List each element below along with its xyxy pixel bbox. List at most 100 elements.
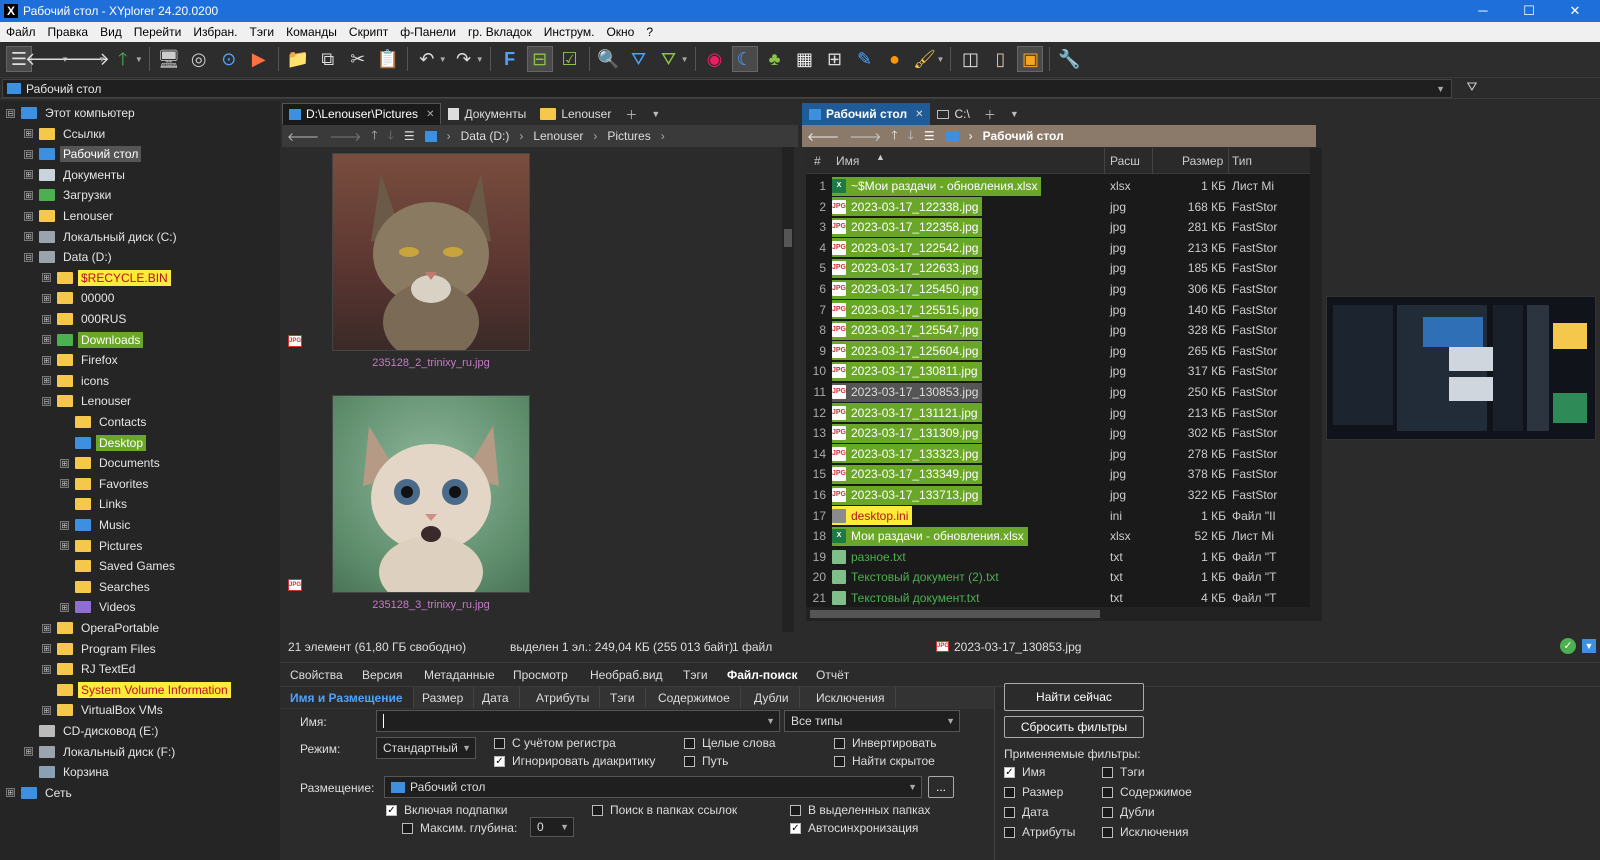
subtab-duplicates[interactable]: Дубли xyxy=(744,687,800,708)
new-tab-icon[interactable]: ＋ xyxy=(977,103,1003,125)
find-now-button[interactable]: Найти сейчас xyxy=(1004,683,1144,711)
subtab-exclusions[interactable]: Исключения xyxy=(806,687,896,708)
table-row[interactable]: 3 JPG 2023-03-17_122358.jpg jpg 281 КБ FastSt… xyxy=(806,217,1320,237)
spacer[interactable] xyxy=(24,768,33,777)
redo-icon[interactable]: ↷ xyxy=(451,46,477,72)
tree-node[interactable]: Links xyxy=(60,494,130,514)
breadcrumb-item[interactable]: Рабочий стол xyxy=(983,129,1064,143)
expand-icon[interactable]: ⊞ xyxy=(42,314,51,324)
menu-edit[interactable]: Правка xyxy=(42,25,95,39)
autosync-checkbox[interactable]: ✓ Автосинхронизация xyxy=(790,821,918,835)
spacer[interactable] xyxy=(60,582,69,591)
thumbnail-caption[interactable]: 235128_3_trinixy_ru.jpg xyxy=(331,599,531,611)
tree-node[interactable]: ⊞ Downloads xyxy=(42,330,144,350)
tree-node[interactable]: System Volume Information xyxy=(42,680,231,700)
menu-view[interactable]: Вид xyxy=(94,25,128,39)
tree-node[interactable]: Корзина xyxy=(24,762,112,782)
table-row[interactable]: 18 X Мои раздачи - обновления.xlsx xlsx 52 К… xyxy=(806,526,1320,546)
thumbnail-image[interactable] xyxy=(332,153,530,362)
colors-icon[interactable]: ● xyxy=(882,46,908,72)
info-panel-icon[interactable]: ▣ xyxy=(1017,46,1044,72)
spacer[interactable] xyxy=(60,418,69,427)
expand-icon[interactable]: ⊞ xyxy=(42,623,51,633)
search-icon[interactable]: 🔍 xyxy=(596,46,622,72)
menu-favorites[interactable]: Избран. xyxy=(187,25,243,39)
expand-icon[interactable]: ⊞ xyxy=(24,232,33,242)
mode-select[interactable]: Стандартный ▼ xyxy=(376,737,476,759)
row-name-cell[interactable]: Текстовый документ.txt xyxy=(832,589,983,608)
row-name-cell[interactable]: JPG 2023-03-17_122358.jpg xyxy=(832,217,983,237)
tree-node[interactable]: Contacts xyxy=(60,412,149,432)
table-row[interactable]: 21 Текстовый документ.txt txt 4 КБ Файл "T xyxy=(806,588,1320,608)
table-row[interactable]: 5 JPG 2023-03-17_122633.jpg jpg 185 КБ FastSt… xyxy=(806,258,1320,278)
row-name-cell[interactable]: JPG 2023-03-17_122633.jpg xyxy=(832,258,983,278)
row-name-cell[interactable]: JPG 2023-03-17_125450.jpg xyxy=(832,279,983,299)
back-icon[interactable]: 🡐 xyxy=(25,46,73,72)
whole-words-checkbox[interactable]: Целые слова xyxy=(684,736,776,750)
expand-icon[interactable]: ⊞ xyxy=(60,541,69,551)
tree-node[interactable]: ⊞ Pictures xyxy=(60,536,145,556)
breadcrumb-item[interactable]: Lenouser xyxy=(533,129,583,143)
dark-mode-icon[interactable]: ☾ xyxy=(731,46,758,72)
row-name-cell[interactable]: JPG 2023-03-17_131121.jpg xyxy=(832,403,982,423)
tree-node[interactable]: ⊞ $RECYCLE.BIN xyxy=(42,268,171,288)
redo-dropdown-icon[interactable]: ▼ xyxy=(476,55,484,64)
tree-node[interactable]: ⊞ OperaPortable xyxy=(42,618,162,638)
tree-node[interactable]: ⊞ Локальный диск (C:) xyxy=(24,227,180,247)
tab-desktop[interactable]: Рабочий стол ✕ xyxy=(802,103,931,125)
address-filter-icon[interactable]: ⛛ xyxy=(1462,79,1482,98)
down-icon[interactable]: 🡓 xyxy=(908,126,914,147)
list-menu-icon[interactable]: ☰ xyxy=(924,129,935,143)
brush-icon[interactable]: 🖌 xyxy=(912,46,938,72)
chevron-down-icon[interactable]: ▼ xyxy=(560,822,569,832)
expand-icon[interactable]: ⊞ xyxy=(42,705,51,715)
forward-icon[interactable]: 🡒 xyxy=(62,46,110,72)
table-row[interactable]: 13 JPG 2023-03-17_131309.jpg jpg 302 КБ FastS… xyxy=(806,423,1320,443)
tab-file-search[interactable]: Файл-поиск xyxy=(727,665,798,685)
filter-content-checkbox[interactable]: Содержимое xyxy=(1102,785,1192,799)
table-row[interactable]: 7 JPG 2023-03-17_125515.jpg jpg 140 КБ FastSt… xyxy=(806,300,1320,320)
vertical-scrollbar[interactable] xyxy=(1310,148,1322,621)
go-icon[interactable]: ▶ xyxy=(246,46,272,72)
tree-node[interactable]: ⊞ 00000 xyxy=(42,288,117,308)
row-name-cell[interactable]: X ~$Мои раздачи - обновления.xlsx xyxy=(832,176,1042,196)
table-row[interactable]: 15 JPG 2023-03-17_133349.jpg jpg 378 КБ FastS… xyxy=(806,464,1320,484)
tree-node[interactable]: ⊞ Загрузки xyxy=(24,185,114,205)
chevron-down-icon[interactable]: ▼ xyxy=(946,716,955,726)
script-icon[interactable]: ✎ xyxy=(852,46,878,72)
collapse-icon[interactable]: ⊟ xyxy=(42,396,51,406)
flat-view-icon[interactable]: F xyxy=(497,46,523,72)
tab-list-icon[interactable]: ▼ xyxy=(644,103,667,125)
collapse-icon[interactable]: ⊟ xyxy=(6,108,15,118)
back-icon[interactable]: 🡐 xyxy=(287,129,319,144)
tab-tags[interactable]: Тэги xyxy=(683,665,708,685)
expand-icon[interactable]: ⊞ xyxy=(6,788,15,798)
table-row[interactable]: 8 JPG 2023-03-17_125547.jpg jpg 328 КБ FastSt… xyxy=(806,320,1320,340)
tree-node[interactable]: ⊞ Videos xyxy=(60,597,138,617)
filter-name-checkbox[interactable]: ✓ Имя xyxy=(1004,765,1045,779)
paste-icon[interactable]: 📋 xyxy=(375,46,401,72)
expand-icon[interactable]: ⊞ xyxy=(60,479,69,489)
table-row[interactable]: 6 JPG 2023-03-17_125450.jpg jpg 306 КБ FastSt… xyxy=(806,279,1320,299)
spacer[interactable] xyxy=(42,685,51,694)
collapse-icon[interactable]: ⊟ xyxy=(24,149,33,159)
max-depth-checkbox[interactable]: Максим. глубина: xyxy=(402,821,517,835)
name-input[interactable]: ▼ xyxy=(376,710,780,732)
menu-commands[interactable]: Команды xyxy=(280,25,343,39)
row-name-cell[interactable]: JPG 2023-03-17_122542.jpg xyxy=(832,238,983,258)
forward-icon[interactable]: 🡒 xyxy=(329,129,361,144)
expand-icon[interactable]: ⊞ xyxy=(24,170,33,180)
filter-tags-checkbox[interactable]: Тэги xyxy=(1102,765,1145,779)
menu-script[interactable]: Скрипт xyxy=(343,25,394,39)
new-folder-icon[interactable]: 📁 xyxy=(285,46,311,72)
maximize-button[interactable]: ☐ xyxy=(1506,0,1552,22)
spacer[interactable] xyxy=(60,500,69,509)
path-checkbox[interactable]: Путь xyxy=(684,754,728,768)
row-name-cell[interactable]: JPG 2023-03-17_133323.jpg xyxy=(832,444,983,464)
column-number[interactable]: # xyxy=(814,154,821,168)
up-dropdown-icon[interactable]: ▼ xyxy=(135,55,143,64)
table-row[interactable]: 11 JPG 2023-03-17_130853.jpg jpg 250 КБ FastS… xyxy=(806,382,1320,402)
preview-pane-icon[interactable]: ▯ xyxy=(987,46,1013,72)
row-name-cell[interactable]: JPG 2023-03-17_125547.jpg xyxy=(832,320,983,340)
menu-panels[interactable]: ф-Панели xyxy=(394,25,462,39)
